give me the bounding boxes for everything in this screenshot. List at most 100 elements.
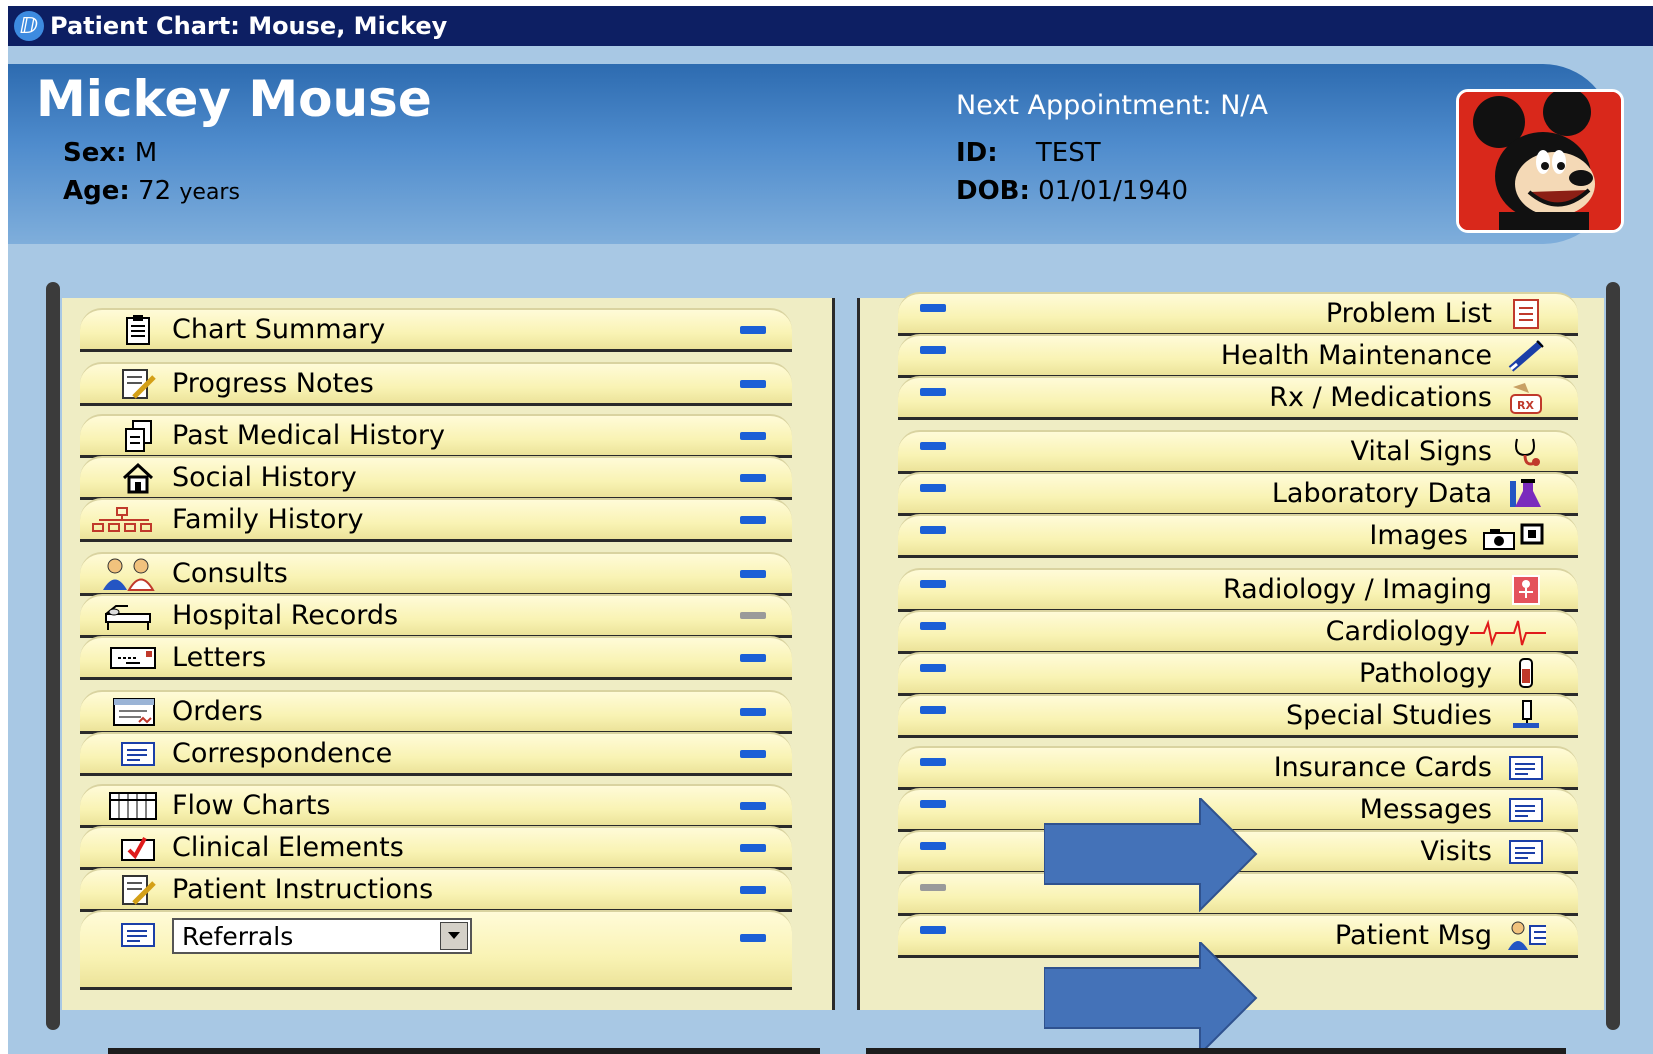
tab-flag-icon [740,708,766,716]
tab-consults[interactable]: Consults [80,552,792,596]
tab-insurance-cards[interactable]: Insurance Cards [898,746,1578,790]
tab-radiology-imaging[interactable]: Radiology / Imaging [898,568,1578,612]
ekg-icon [1470,615,1546,649]
note-pencil-icon [118,367,158,401]
order-form-icon [113,695,158,729]
tab-social-history[interactable]: Social History [80,456,792,500]
tab-flag-icon [920,442,946,450]
document-lines-icon [1506,793,1546,827]
stethoscope-icon [1506,435,1546,469]
tab-vital-signs[interactable]: Vital Signs [898,430,1578,474]
tab-flag-icon [920,884,946,891]
tab-flag-icon [920,842,946,850]
list-icon [1506,297,1546,331]
tab-flag-icon [740,934,766,942]
tab-patient-instructions[interactable]: Patient Instructions [80,868,792,912]
tab-flag-icon [740,802,766,810]
tab-label: Special Studies [1285,700,1492,731]
tab-pathology[interactable]: Pathology [898,652,1578,696]
sex-label: Sex: [63,138,127,168]
specimen-tube-icon [1506,657,1546,691]
people-icon [103,557,158,591]
tab-letters[interactable]: Letters [80,636,792,680]
tab-flag-icon [740,326,766,334]
tab-label: Chart Summary [172,314,386,345]
id-value: TEST [1035,138,1101,168]
tab-label: Letters [172,642,267,673]
tab-flag-icon [920,526,946,534]
tab-flag-icon [920,304,946,312]
tab-label: Problem List [1325,298,1492,329]
tab-flag-icon [740,570,766,578]
app-logo-icon: ⅅ [14,11,44,41]
dob-row: DOB: 01/01/1940 [956,176,1188,206]
tab-flag-icon [740,474,766,482]
tab-label: Rx / Medications [1269,382,1492,413]
panel-divider [832,298,860,1010]
tab-label: Clinical Elements [172,832,404,863]
document-lines-icon [118,737,158,771]
patient-header: Mickey Mouse Sex: M Age: 72 years Next A… [8,64,1624,244]
chevron-down-icon[interactable] [440,922,468,950]
clipboard-icon [118,313,158,347]
annotation-arrow-patient-msg [1044,942,1258,1054]
documents-icon [118,419,158,453]
tab-images[interactable]: Images [898,514,1578,558]
tab-hospital-records[interactable]: Hospital Records [80,594,792,638]
house-icon [118,461,158,495]
tab-cardiology[interactable]: Cardiology [898,610,1578,654]
referrals-select[interactable]: Referrals [172,918,472,954]
tab-health-maintenance[interactable]: Health Maintenance [898,334,1578,378]
note-pencil-icon [118,873,158,907]
tab-flag-icon [920,622,946,630]
tab-flag-icon [920,484,946,492]
tab-correspondence[interactable]: Correspondence [80,732,792,776]
tab-label: Images [1369,520,1468,551]
window-titlebar: ⅅ Patient Chart: Mouse, Mickey [8,6,1653,46]
tab-rx-medications[interactable]: Rx / Medications RX [898,376,1578,420]
tab-orders[interactable]: Orders [80,690,792,734]
tab-label: Family History [172,504,364,535]
microscope-icon [1506,699,1546,733]
age-unit: years [179,180,240,205]
tab-label: Orders [172,696,263,727]
tab-flag-icon [740,654,766,662]
tab-label: Insurance Cards [1273,752,1492,783]
patient-photo[interactable] [1456,89,1624,233]
envelope-icon [110,641,158,675]
age-label: Age: [63,176,130,206]
age-row: Age: 72 years [63,176,240,206]
svg-text:RX: RX [1517,399,1534,412]
tab-label: Health Maintenance [1220,340,1492,371]
tab-label: Patient Instructions [172,874,434,905]
grid-icon [109,789,158,823]
annotation-arrow-messages [1044,798,1258,912]
tab-laboratory-data[interactable]: Laboratory Data [898,472,1578,516]
sex-value: M [134,138,158,168]
tab-flag-icon [740,844,766,852]
tab-label: Consults [172,558,288,589]
tab-flag-icon [920,758,946,766]
left-bottom-bar [108,1048,820,1054]
tab-special-studies[interactable]: Special Studies [898,694,1578,738]
tab-family-history[interactable]: Family History [80,498,792,542]
tab-flag-icon [740,886,766,894]
id-row: ID: TEST [956,138,1101,168]
tab-progress-notes[interactable]: Progress Notes [80,362,792,406]
tab-chart-summary[interactable]: Chart Summary [80,308,792,352]
tab-referrals[interactable]: Referrals [80,910,792,990]
tab-flow-charts[interactable]: Flow Charts [80,784,792,828]
tab-flag-icon [920,580,946,588]
tab-flag-icon [920,388,946,396]
tab-label: Correspondence [172,738,393,769]
tab-past-medical-history[interactable]: Past Medical History [80,414,792,458]
tab-flag-icon [920,664,946,672]
next-appointment: Next Appointment: N/A [956,90,1269,121]
tab-clinical-elements[interactable]: Clinical Elements [80,826,792,870]
document-lines-icon [1506,751,1546,785]
window-title: Patient Chart: Mouse, Mickey [50,12,448,40]
age-value: 72 [138,176,172,206]
tab-problem-list[interactable]: Problem List [898,292,1578,336]
camera-icon [1482,519,1546,553]
tab-flag-icon [740,612,766,619]
